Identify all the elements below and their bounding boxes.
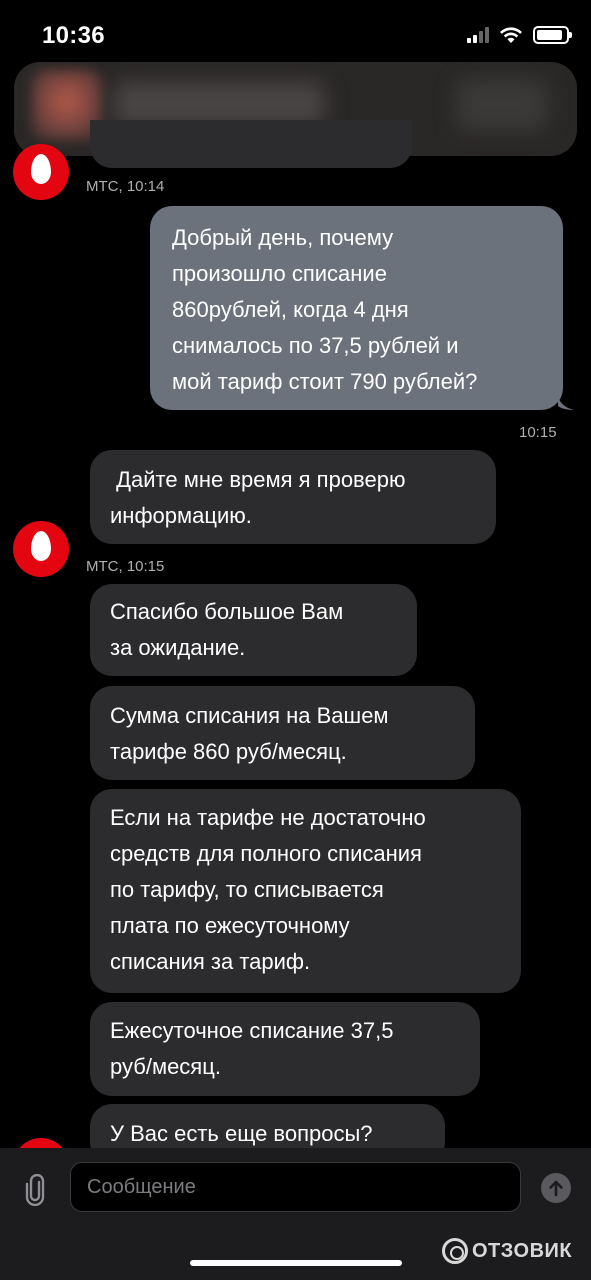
message-line: по тарифу, то списывается: [110, 877, 384, 902]
message-line: информацию.: [110, 503, 252, 528]
message-line: Сумма списания на Вашем: [110, 703, 389, 728]
message-line: Если на тарифе не достаточно: [110, 805, 426, 830]
incoming-message[interactable]: Если на тарифе не достаточно средств для…: [90, 789, 521, 993]
cellular-signal-icon: [467, 27, 489, 43]
message-meta: МТС, 10:14: [86, 178, 165, 195]
message-line: Дайте мне время я проверю: [110, 467, 406, 492]
message-line: Спасибо большое Вам: [110, 599, 344, 624]
message-input[interactable]: [70, 1162, 521, 1212]
message-meta: МТС, 10:15: [86, 558, 165, 575]
message-line: плата по ежесуточному: [110, 913, 350, 938]
incoming-message[interactable]: Сумма списания на Вашем тарифе 860 руб/м…: [90, 686, 475, 780]
mts-avatar: [13, 521, 69, 577]
message-line: мой тариф стоит 790 рублей?: [172, 369, 478, 394]
otzovik-watermark: ОТЗОВИК: [442, 1238, 572, 1264]
status-bar: 10:36: [0, 0, 591, 70]
mts-egg-logo: [31, 531, 51, 561]
send-button[interactable]: [541, 1173, 571, 1203]
incoming-message[interactable]: Дайте мне время я проверю информацию.: [90, 450, 496, 544]
message-line: за ожидание.: [110, 635, 246, 660]
message-line: Добрый день, почему: [172, 225, 394, 250]
paperclip-icon[interactable]: [22, 1174, 48, 1206]
watermark-text: ОТЗОВИК: [472, 1239, 573, 1262]
message-line: У Вас есть еще вопросы?: [110, 1121, 373, 1146]
message-line: 860рублей, когда 4 дня: [172, 297, 409, 322]
mts-avatar: [13, 144, 69, 200]
mts-egg-logo: [31, 154, 51, 184]
otzovik-logo-icon: [442, 1238, 468, 1264]
message-bubble-partial: [90, 120, 412, 168]
battery-icon: [533, 26, 572, 44]
message-line: снималось по 37,5 рублей и: [172, 333, 459, 358]
wifi-icon: [500, 27, 522, 43]
status-time: 10:36: [42, 22, 105, 49]
message-line: произошло списание: [172, 261, 387, 286]
header-actions-blurred: [457, 80, 547, 130]
message-line: руб/месяц.: [110, 1054, 221, 1079]
incoming-message[interactable]: Ежесуточное списание 37,5 руб/месяц.: [90, 1002, 480, 1096]
home-indicator[interactable]: [190, 1260, 402, 1266]
message-composer: ОТЗОВИК: [0, 1148, 591, 1280]
bubble-tail-icon: [558, 396, 574, 410]
outgoing-message[interactable]: Добрый день, почему произошло списание 8…: [150, 206, 563, 410]
message-line: тарифе 860 руб/месяц.: [110, 739, 347, 764]
message-line: Ежесуточное списание 37,5: [110, 1018, 394, 1043]
status-icons: [467, 26, 572, 44]
arrow-up-icon: [549, 1180, 563, 1197]
incoming-message[interactable]: Спасибо большое Вам за ожидание.: [90, 584, 417, 676]
message-time: 10:15: [519, 424, 557, 441]
message-line: списания за тариф.: [110, 949, 311, 974]
message-line: средств для полного списания: [110, 841, 422, 866]
